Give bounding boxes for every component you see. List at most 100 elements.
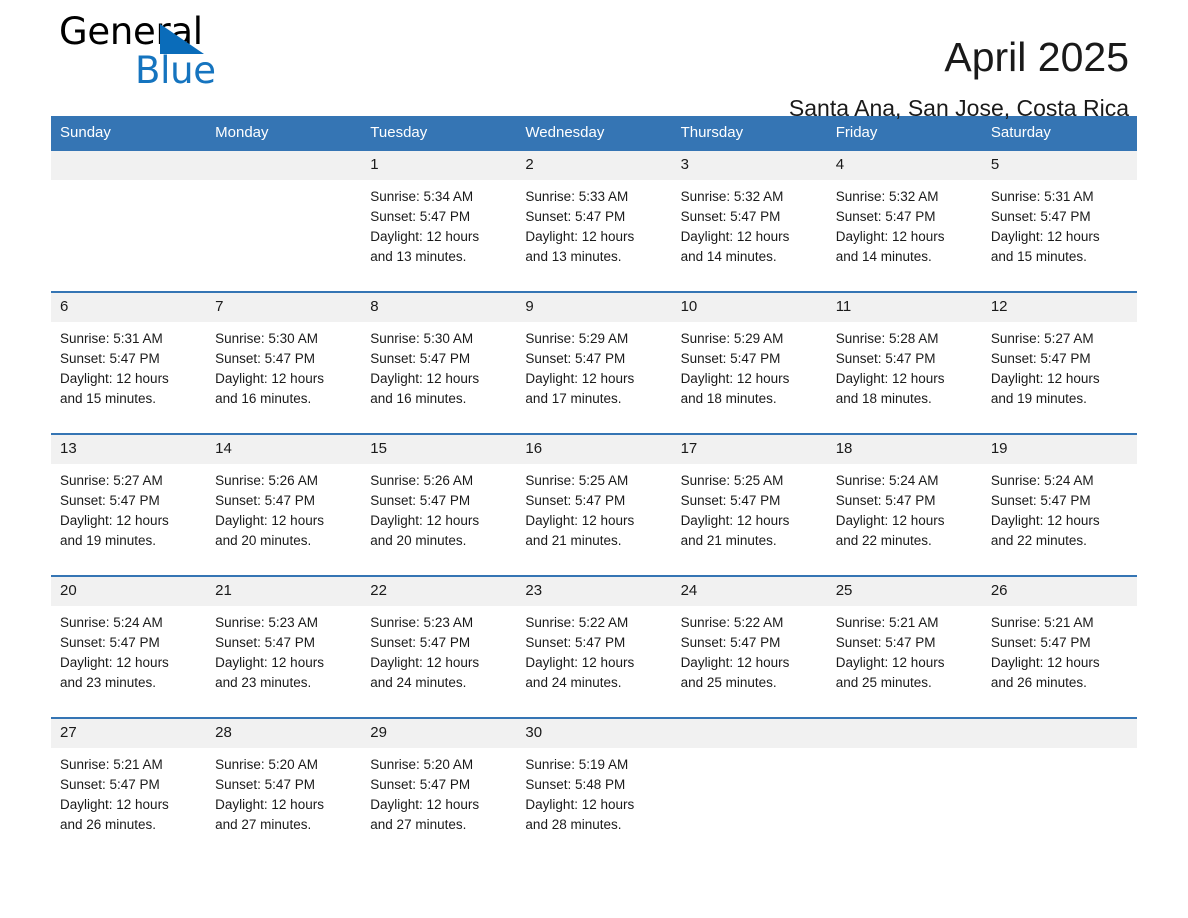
- sunrise-text: Sunrise: 5:20 AM: [370, 757, 474, 772]
- day-details: Sunrise: 5:22 AM Sunset: 5:47 PM Daylight:…: [516, 606, 671, 717]
- day-details: Sunrise: 5:27 AM Sunset: 5:47 PM Daylight:…: [982, 322, 1137, 433]
- day-number: 9: [516, 293, 672, 322]
- sunset-text: Sunset: 5:47 PM: [525, 351, 626, 366]
- daylight-text-line1: Daylight: 12 hours: [60, 371, 169, 386]
- day-number: 22: [361, 577, 517, 606]
- day-number: 15: [361, 435, 517, 464]
- calendar-day-cell[interactable]: 21 Sunrise: 5:23 AM Sunset: 5:47 PM Dayligh…: [206, 575, 362, 718]
- daylight-text-line1: Daylight: 12 hours: [215, 655, 324, 670]
- calendar-day-cell[interactable]: 30 Sunrise: 5:19 AM Sunset: 5:48 PM Dayligh…: [516, 717, 672, 859]
- calendar-day-cell[interactable]: 4 Sunrise: 5:32 AM Sunset: 5:47 PM Daylight…: [826, 151, 982, 292]
- calendar-day-cell[interactable]: 6 Sunrise: 5:31 AM Sunset: 5:47 PM Daylight…: [51, 291, 207, 434]
- calendar-day-cell[interactable]: 15 Sunrise: 5:26 AM Sunset: 5:47 PM Dayligh…: [361, 433, 517, 576]
- daylight-text-line2: and 13 minutes.: [370, 249, 467, 264]
- day-number: 17: [671, 435, 827, 464]
- sunset-text: Sunset: 5:47 PM: [60, 351, 160, 366]
- day-number: 18: [826, 435, 982, 464]
- daylight-text-line2: and 27 minutes.: [215, 817, 312, 832]
- day-number: 11: [826, 293, 982, 322]
- calendar-day-cell-empty: [671, 717, 827, 859]
- daylight-text-line1: Daylight: 12 hours: [990, 655, 1100, 670]
- calendar-day-cell[interactable]: 26 Sunrise: 5:21 AM Sunset: 5:47 PM Dayligh…: [981, 575, 1137, 718]
- calendar-day-cell[interactable]: 20 Sunrise: 5:24 AM Sunset: 5:47 PM Dayligh…: [51, 575, 207, 718]
- daylight-text-line1: Daylight: 12 hours: [990, 371, 1100, 386]
- calendar-day-cell[interactable]: 13 Sunrise: 5:27 AM Sunset: 5:47 PM Dayligh…: [51, 433, 207, 576]
- calendar-day-cell[interactable]: 23 Sunrise: 5:22 AM Sunset: 5:47 PM Dayligh…: [516, 575, 672, 718]
- daylight-text-line2: and 15 minutes.: [990, 249, 1087, 264]
- day-number: 26: [981, 577, 1137, 606]
- calendar-day-cell[interactable]: 29 Sunrise: 5:20 AM Sunset: 5:47 PM Dayligh…: [361, 717, 517, 859]
- day-number: 21: [206, 577, 362, 606]
- daylight-text-line2: and 22 minutes.: [835, 533, 932, 548]
- daylight-text-line1: Daylight: 12 hours: [990, 229, 1100, 244]
- generalblue-logo[interactable]: General Blue: [59, 12, 359, 102]
- calendar-day-cell[interactable]: 24 Sunrise: 5:22 AM Sunset: 5:47 PM Dayligh…: [671, 575, 827, 718]
- daylight-text-line1: Daylight: 12 hours: [525, 229, 635, 244]
- calendar-day-cell[interactable]: 11 Sunrise: 5:28 AM Sunset: 5:47 PM Dayligh…: [826, 291, 982, 434]
- daylight-text-line2: and 20 minutes.: [215, 533, 312, 548]
- calendar-day-cell[interactable]: 17 Sunrise: 5:25 AM Sunset: 5:47 PM Dayligh…: [671, 433, 827, 576]
- calendar-day-cell-empty: [826, 717, 982, 859]
- sunset-text: Sunset: 5:48 PM: [525, 777, 626, 792]
- calendar-day-cell[interactable]: 25 Sunrise: 5:21 AM Sunset: 5:47 PM Dayligh…: [826, 575, 982, 718]
- day-details: [827, 748, 982, 859]
- calendar-day-cell-empty: [51, 151, 207, 292]
- calendar-week-row: 13 Sunrise: 5:27 AM Sunset: 5:47 PM Dayligh…: [51, 433, 1137, 576]
- sunset-text: Sunset: 5:47 PM: [680, 493, 781, 508]
- calendar-day-cell[interactable]: 2 Sunrise: 5:33 AM Sunset: 5:47 PM Daylight…: [516, 151, 672, 292]
- calendar-day-cell[interactable]: 14 Sunrise: 5:26 AM Sunset: 5:47 PM Dayligh…: [206, 433, 362, 576]
- weekday-header-sunday: Sunday: [51, 116, 207, 151]
- page-header: General Blue April 2025 Santa Ana, San J…: [51, 0, 1137, 122]
- calendar-day-cell[interactable]: 7 Sunrise: 5:30 AM Sunset: 5:47 PM Daylight…: [206, 291, 362, 434]
- calendar-day-cell[interactable]: 10 Sunrise: 5:29 AM Sunset: 5:47 PM Dayligh…: [671, 291, 827, 434]
- daylight-text-line2: and 27 minutes.: [370, 817, 467, 832]
- day-number: 29: [361, 719, 517, 748]
- daylight-text-line1: Daylight: 12 hours: [215, 513, 324, 528]
- day-number: 23: [516, 577, 672, 606]
- daylight-text-line2: and 23 minutes.: [60, 675, 157, 690]
- sunrise-text: Sunrise: 5:32 AM: [680, 189, 784, 204]
- day-details: Sunrise: 5:32 AM Sunset: 5:47 PM Daylight:…: [827, 180, 982, 291]
- calendar-day-cell[interactable]: 5 Sunrise: 5:31 AM Sunset: 5:47 PM Daylight…: [981, 151, 1137, 292]
- weekday-header-wednesday: Wednesday: [516, 116, 672, 151]
- title-block: April 2025 Santa Ana, San Jose, Costa Ri…: [789, 0, 1129, 123]
- daylight-text-line1: Daylight: 12 hours: [835, 513, 945, 528]
- calendar-day-cell[interactable]: 3 Sunrise: 5:32 AM Sunset: 5:47 PM Daylight…: [671, 151, 827, 292]
- calendar-day-cell[interactable]: 18 Sunrise: 5:24 AM Sunset: 5:47 PM Dayligh…: [826, 433, 982, 576]
- sunset-text: Sunset: 5:47 PM: [990, 635, 1091, 650]
- sunset-text: Sunset: 5:47 PM: [370, 493, 471, 508]
- sunrise-text: Sunrise: 5:27 AM: [990, 331, 1094, 346]
- sunrise-text: Sunrise: 5:23 AM: [370, 615, 474, 630]
- page-subtitle: Santa Ana, San Jose, Costa Rica: [788, 95, 1129, 121]
- calendar-day-cell[interactable]: 22 Sunrise: 5:23 AM Sunset: 5:47 PM Dayligh…: [361, 575, 517, 718]
- day-details: Sunrise: 5:20 AM Sunset: 5:47 PM Daylight:…: [361, 748, 516, 859]
- calendar-day-cell[interactable]: 12 Sunrise: 5:27 AM Sunset: 5:47 PM Dayligh…: [981, 291, 1137, 434]
- calendar-day-cell[interactable]: 9 Sunrise: 5:29 AM Sunset: 5:47 PM Daylight…: [516, 291, 672, 434]
- day-details: Sunrise: 5:22 AM Sunset: 5:47 PM Daylight:…: [672, 606, 827, 717]
- day-number: [826, 719, 982, 748]
- day-details: Sunrise: 5:23 AM Sunset: 5:47 PM Daylight:…: [361, 606, 516, 717]
- daylight-text-line2: and 24 minutes.: [525, 675, 622, 690]
- calendar-day-cell[interactable]: 28 Sunrise: 5:20 AM Sunset: 5:47 PM Dayligh…: [206, 717, 362, 859]
- daylight-text-line1: Daylight: 12 hours: [680, 229, 790, 244]
- daylight-text-line2: and 20 minutes.: [370, 533, 467, 548]
- logo-text-blue: Blue: [135, 49, 216, 92]
- sunset-text: Sunset: 5:47 PM: [990, 351, 1091, 366]
- sunrise-text: Sunrise: 5:21 AM: [990, 615, 1094, 630]
- day-number: 4: [826, 151, 982, 180]
- day-details: Sunrise: 5:24 AM Sunset: 5:47 PM Daylight:…: [51, 606, 206, 717]
- calendar-day-cell[interactable]: 16 Sunrise: 5:25 AM Sunset: 5:47 PM Dayligh…: [516, 433, 672, 576]
- day-number: 25: [826, 577, 982, 606]
- day-number: 24: [671, 577, 827, 606]
- daylight-text-line1: Daylight: 12 hours: [60, 797, 169, 812]
- calendar-day-cell[interactable]: 1 Sunrise: 5:34 AM Sunset: 5:47 PM Daylight…: [361, 151, 517, 292]
- day-details: Sunrise: 5:28 AM Sunset: 5:47 PM Daylight:…: [827, 322, 982, 433]
- calendar-week-row: 20 Sunrise: 5:24 AM Sunset: 5:47 PM Dayligh…: [51, 575, 1137, 718]
- day-number: [671, 719, 827, 748]
- sunrise-text: Sunrise: 5:33 AM: [525, 189, 629, 204]
- calendar-day-cell[interactable]: 27 Sunrise: 5:21 AM Sunset: 5:47 PM Dayligh…: [51, 717, 207, 859]
- day-number: 27: [51, 719, 207, 748]
- calendar-day-cell[interactable]: 8 Sunrise: 5:30 AM Sunset: 5:47 PM Daylight…: [361, 291, 517, 434]
- calendar-day-cell[interactable]: 19 Sunrise: 5:24 AM Sunset: 5:47 PM Dayligh…: [981, 433, 1137, 576]
- daylight-text-line2: and 28 minutes.: [525, 817, 622, 832]
